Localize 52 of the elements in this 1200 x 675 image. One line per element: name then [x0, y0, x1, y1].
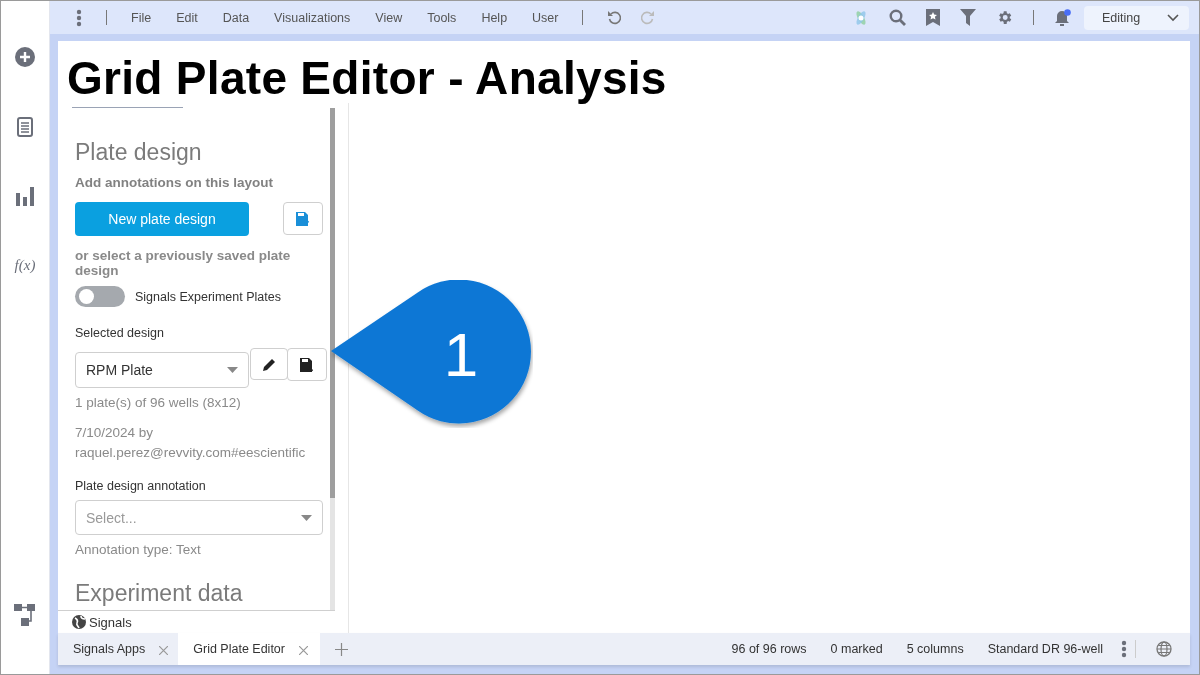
- notification-bell-icon[interactable]: [1054, 8, 1072, 27]
- formula-icon[interactable]: f(x): [14, 256, 36, 274]
- status-item: 96 of 96 rows: [730, 641, 808, 658]
- chevron-down-icon: [1167, 13, 1179, 22]
- menu-item[interactable]: Tools: [427, 10, 457, 25]
- add-icon[interactable]: [15, 47, 35, 67]
- plate-info: 1 plate(s) of 96 wells (8x12): [75, 395, 241, 410]
- menu-item[interactable]: Edit: [176, 10, 198, 25]
- menu-item[interactable]: Visualizations: [274, 10, 351, 25]
- settings-icon[interactable]: [996, 9, 1013, 26]
- save-download-icon: [300, 357, 314, 372]
- dropdown-arrow-icon: [227, 367, 238, 373]
- annotation-type-text: Annotation type: Text: [75, 542, 201, 557]
- section-subtitle: Add annotations on this layout: [75, 175, 273, 190]
- source-label: Signals: [89, 614, 132, 630]
- page-title: Grid Plate Editor - Analysis: [67, 53, 668, 103]
- section-heading: Plate design: [75, 138, 202, 166]
- bar-chart-icon[interactable]: [16, 187, 34, 206]
- more-options-icon[interactable]: [76, 8, 82, 27]
- globe-icon: [72, 615, 86, 629]
- status-item: 0 marked: [829, 641, 884, 658]
- mode-dropdown[interactable]: Editing: [1084, 5, 1189, 30]
- filter-icon[interactable]: [960, 9, 976, 26]
- toggle-switch[interactable]: [75, 286, 125, 307]
- menu-item[interactable]: User: [532, 10, 559, 25]
- search-icon[interactable]: [889, 9, 906, 26]
- created-by-text: 7/10/2024 by raquel.perez@revvity.com#eescientific: [75, 424, 307, 462]
- toggle-label: Signals Experiment Plates: [135, 289, 281, 304]
- menu-item[interactable]: Help: [481, 10, 508, 25]
- save-download-button[interactable]: [287, 348, 327, 381]
- menu-item[interactable]: View: [375, 10, 403, 25]
- pencil-icon: [262, 357, 276, 371]
- tab[interactable]: Signals Apps: [58, 633, 179, 665]
- upload-save-button[interactable]: [283, 202, 323, 235]
- dropdown-arrow-icon: [301, 514, 312, 521]
- scrollbar-thumb[interactable]: [330, 108, 335, 498]
- table-icon[interactable]: [17, 117, 33, 137]
- field-label: Selected design: [75, 326, 164, 340]
- undo-icon[interactable]: [606, 10, 621, 25]
- section-heading: Experiment data: [75, 579, 243, 607]
- save-upload-icon: [296, 211, 310, 226]
- design-dropdown[interactable]: RPM Plate: [75, 352, 249, 388]
- status-item: 5 columns: [905, 641, 965, 658]
- field-label: Plate design annotation: [75, 479, 206, 493]
- bookmark-star-icon[interactable]: [926, 9, 940, 26]
- hierarchy-icon[interactable]: [14, 604, 36, 626]
- tab[interactable]: Grid Plate Editor: [178, 633, 320, 665]
- helper-text: or select a previously saved plate design: [75, 248, 292, 278]
- edit-button[interactable]: [250, 348, 288, 380]
- menu-item[interactable]: File: [131, 10, 152, 25]
- menu-item[interactable]: Data: [222, 10, 250, 25]
- status-item: Standard DR 96-well: [986, 641, 1104, 658]
